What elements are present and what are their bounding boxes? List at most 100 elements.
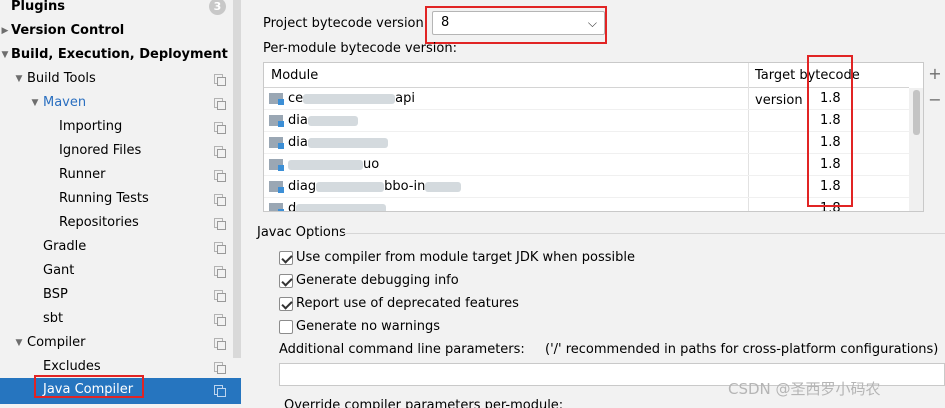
watermark: CSDN @圣西罗小码农 bbox=[728, 380, 881, 398]
sidebar-item-bsp[interactable]: BSP bbox=[0, 283, 233, 307]
sidebar-item-build-tools[interactable]: ▼ Build Tools bbox=[0, 67, 233, 91]
table-row[interactable]: dia 1.8 bbox=[264, 110, 909, 132]
checkbox-label[interactable]: Report use of deprecated features bbox=[296, 296, 519, 311]
module-name: uo bbox=[288, 154, 379, 176]
chevron-down-icon[interactable]: ▼ bbox=[13, 67, 25, 91]
sidebar-item-label: Gant bbox=[43, 263, 75, 278]
module-folder-icon bbox=[269, 93, 284, 105]
module-name: dia bbox=[288, 110, 358, 132]
page-copy-icon bbox=[214, 170, 226, 182]
page-copy-icon bbox=[214, 338, 226, 350]
sidebar-item-build-execution-deployment[interactable]: ▼ Build, Execution, Deployment bbox=[0, 43, 233, 67]
sidebar-item-sbt[interactable]: sbt bbox=[0, 307, 233, 331]
checkbox-label[interactable]: Generate no warnings bbox=[296, 319, 440, 334]
project-bytecode-value: 8 bbox=[441, 15, 450, 30]
section-divider bbox=[343, 233, 945, 234]
table-row[interactable]: uo 1.8 bbox=[264, 154, 909, 176]
table-scrollbar[interactable] bbox=[909, 88, 923, 211]
module-target-version[interactable]: 1.8 bbox=[820, 88, 841, 110]
checkbox-box[interactable] bbox=[279, 297, 293, 311]
module-name: d bbox=[288, 198, 387, 211]
column-header-target[interactable]: Target bytecode version bbox=[749, 63, 909, 108]
sidebar-item-label: Plugins bbox=[11, 0, 65, 14]
table-row[interactable]: d 1.8 bbox=[264, 198, 909, 211]
additional-params-label: Additional command line parameters: bbox=[279, 342, 525, 357]
project-bytecode-label: Project bytecode version: bbox=[263, 16, 429, 31]
page-copy-icon bbox=[214, 314, 226, 326]
chevron-down-icon: ⌵ bbox=[587, 16, 597, 30]
settings-sidebar: Plugins 3 ▶ Version Control ▼ Build, Exe… bbox=[0, 0, 241, 408]
module-name: dia bbox=[288, 132, 388, 154]
module-target-version[interactable]: 1.8 bbox=[820, 110, 841, 132]
sidebar-item-plugins[interactable]: Plugins 3 bbox=[0, 0, 233, 19]
column-header-module[interactable]: Module bbox=[264, 63, 749, 88]
sidebar-item-label: Version Control bbox=[11, 23, 125, 38]
checkbox-label[interactable]: Use compiler from module target JDK when… bbox=[296, 250, 635, 265]
sidebar-item-ignored-files[interactable]: Ignored Files bbox=[0, 139, 233, 163]
sidebar-item-label: Gradle bbox=[43, 239, 87, 254]
sidebar-item-running-tests[interactable]: Running Tests bbox=[0, 187, 233, 211]
per-module-label: Per-module bytecode version: bbox=[263, 41, 457, 56]
table-row[interactable]: ce api 1.8 bbox=[264, 88, 909, 110]
module-folder-icon bbox=[269, 159, 284, 171]
override-params-label: Override compiler parameters per-module: bbox=[284, 398, 564, 408]
module-folder-icon bbox=[269, 137, 284, 149]
sidebar-item-version-control[interactable]: ▶ Version Control bbox=[0, 19, 233, 43]
module-name: diag bbo-in bbox=[288, 176, 462, 198]
add-module-button[interactable]: + bbox=[925, 64, 945, 83]
sidebar-item-maven[interactable]: ▼ Maven bbox=[0, 91, 233, 115]
sidebar-item-label: Build, Execution, Deployment bbox=[11, 47, 228, 62]
sidebar-item-label: Ignored Files bbox=[59, 143, 142, 158]
sidebar-item-gradle[interactable]: Gradle bbox=[0, 235, 233, 259]
module-target-version[interactable]: 1.8 bbox=[820, 198, 841, 211]
page-copy-icon bbox=[214, 266, 226, 278]
scrollbar-thumb[interactable] bbox=[913, 90, 920, 135]
sidebar-item-label: sbt bbox=[43, 311, 64, 326]
page-copy-icon bbox=[214, 122, 226, 134]
checkbox-box[interactable] bbox=[279, 251, 293, 265]
page-copy-icon bbox=[214, 362, 226, 374]
module-target-version[interactable]: 1.8 bbox=[820, 176, 841, 198]
sidebar-item-label: Build Tools bbox=[27, 71, 96, 86]
sidebar-item-runner[interactable]: Runner bbox=[0, 163, 233, 187]
project-bytecode-select[interactable]: 8 ⌵ bbox=[432, 11, 605, 35]
module-target-version[interactable]: 1.8 bbox=[820, 132, 841, 154]
page-copy-icon bbox=[214, 74, 226, 86]
chevron-down-icon[interactable]: ▼ bbox=[13, 331, 25, 355]
sidebar-item-label: Repositories bbox=[59, 215, 139, 230]
page-copy-icon bbox=[214, 98, 226, 110]
sidebar-item-label: Compiler bbox=[27, 335, 86, 350]
java-compiler-panel: Project bytecode version: 8 ⌵ Per-module… bbox=[241, 0, 945, 408]
sidebar-item-label: Java Compiler bbox=[43, 382, 134, 397]
module-folder-icon bbox=[269, 181, 284, 193]
table-row[interactable]: dia 1.8 bbox=[264, 132, 909, 154]
sidebar-item-label: Maven bbox=[43, 95, 87, 110]
remove-module-button[interactable]: − bbox=[925, 90, 945, 109]
sidebar-item-importing[interactable]: Importing bbox=[0, 115, 233, 139]
chevron-down-icon[interactable]: ▼ bbox=[29, 91, 41, 115]
page-copy-icon bbox=[214, 146, 226, 158]
checkbox-box[interactable] bbox=[279, 274, 293, 288]
sidebar-item-excludes[interactable]: Excludes bbox=[0, 355, 233, 379]
chevron-down-icon[interactable]: ▼ bbox=[0, 43, 11, 67]
sidebar-item-label: Running Tests bbox=[59, 191, 149, 206]
page-copy-icon bbox=[214, 194, 226, 206]
checkbox-box[interactable] bbox=[279, 320, 293, 334]
checkbox-label[interactable]: Generate debugging info bbox=[296, 273, 459, 288]
chevron-right-icon[interactable]: ▶ bbox=[0, 19, 11, 43]
column-header-label: Module bbox=[271, 68, 319, 83]
page-copy-icon bbox=[214, 242, 226, 254]
page-copy-icon bbox=[214, 218, 226, 230]
table-row[interactable]: diag bbo-in 1.8 bbox=[264, 176, 909, 198]
sidebar-item-label: Excludes bbox=[43, 359, 101, 374]
sidebar-item-repositories[interactable]: Repositories bbox=[0, 211, 233, 235]
module-folder-icon bbox=[269, 115, 284, 127]
sidebar-item-gant[interactable]: Gant bbox=[0, 259, 233, 283]
sidebar-item-compiler[interactable]: ▼ Compiler bbox=[0, 331, 233, 355]
sidebar-item-label: Runner bbox=[59, 167, 106, 182]
sidebar-item-label: BSP bbox=[43, 287, 68, 302]
module-target-version[interactable]: 1.8 bbox=[820, 154, 841, 176]
sidebar-item-java-compiler[interactable]: Java Compiler bbox=[0, 378, 241, 404]
sidebar-scrollbar[interactable] bbox=[233, 0, 241, 358]
page-copy-icon bbox=[214, 385, 226, 397]
